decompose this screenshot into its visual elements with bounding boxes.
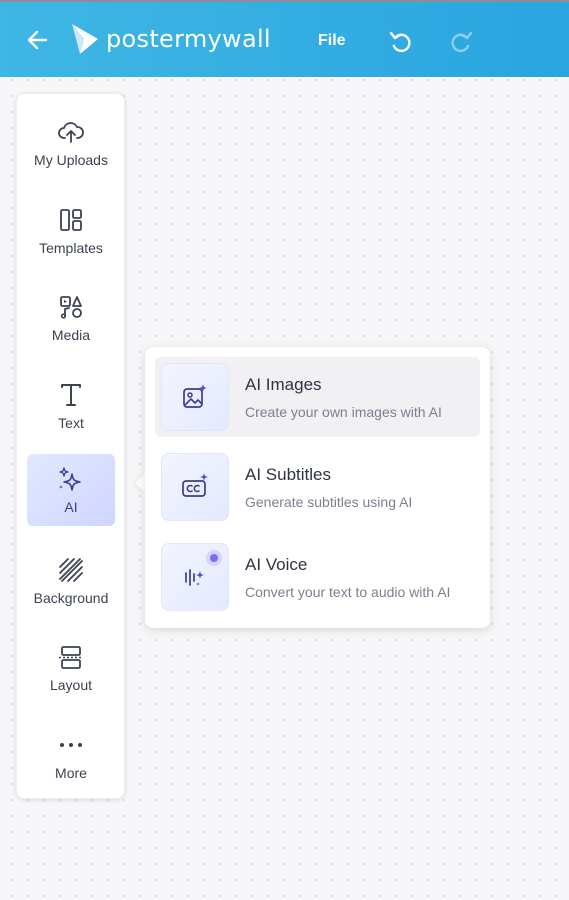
postermywall-logo-icon: [72, 24, 98, 54]
layout-icon: [59, 646, 83, 669]
sidebar-item-label: Background: [33, 590, 109, 606]
more-icon: [60, 743, 82, 747]
sidebar-item-label: Media: [51, 327, 91, 343]
menu-item-icon-box: [161, 543, 229, 611]
ai-sparkle-icon: [59, 467, 81, 491]
menu-item-description: Create your own images with AI: [245, 404, 442, 420]
menu-item-title: AI Subtitles: [245, 465, 331, 484]
sidebar-item-label: Layout: [49, 677, 93, 693]
ai-tools-popover: AI Images Create your own images with AI…: [145, 347, 490, 628]
menu-item-ai-images[interactable]: AI Images Create your own images with AI: [155, 357, 480, 437]
menu-item-description: Convert your text to audio with AI: [245, 584, 451, 600]
file-menu-button[interactable]: File: [318, 32, 346, 50]
logo[interactable]: postermywall: [70, 22, 271, 56]
undo-icon: [389, 31, 411, 53]
new-badge-dot-icon: [206, 550, 222, 566]
undo-button[interactable]: [388, 29, 414, 55]
sidebar-item-label: AI: [64, 499, 78, 515]
sidebar-item-label: My Uploads: [34, 152, 108, 168]
logo-text: postermywall: [106, 25, 271, 53]
redo-icon: [451, 31, 473, 53]
back-button[interactable]: [24, 26, 52, 54]
menu-item-title: AI Images: [245, 375, 322, 394]
menu-item-ai-subtitles[interactable]: AI Subtitles Generate subtitles using AI: [155, 447, 480, 527]
redo-button[interactable]: [448, 29, 474, 55]
sidebar-item-text[interactable]: Text: [27, 370, 115, 442]
sidebar-item-media[interactable]: Media: [27, 282, 115, 354]
cloud-upload-icon: [58, 122, 84, 143]
background-icon: [59, 558, 83, 582]
sidebar-item-label: Text: [58, 415, 84, 431]
sidebar-item-more[interactable]: More: [27, 720, 115, 792]
media-icon: [60, 296, 82, 319]
top-bar: postermywall File: [0, 0, 569, 77]
sidebar-item-label: More: [55, 765, 87, 781]
sidebar: My Uploads Templates Media Text AI Backg…: [16, 93, 125, 799]
menu-item-icon-box: [161, 453, 229, 521]
menu-item-ai-voice[interactable]: AI Voice Convert your text to audio with…: [155, 537, 480, 617]
ai-subtitles-icon: [182, 473, 208, 497]
sidebar-item-ai[interactable]: AI: [27, 454, 115, 526]
sidebar-item-layout[interactable]: Layout: [27, 632, 115, 704]
ai-image-icon: [183, 384, 207, 408]
templates-icon: [60, 209, 82, 231]
menu-item-icon-box: [161, 363, 229, 431]
text-icon: [61, 384, 81, 406]
arrow-left-icon: [27, 30, 48, 50]
sidebar-item-my-uploads[interactable]: My Uploads: [27, 107, 115, 179]
sidebar-item-templates[interactable]: Templates: [27, 195, 115, 267]
ai-voice-icon: [185, 569, 204, 586]
menu-item-title: AI Voice: [245, 555, 308, 574]
menu-item-description: Generate subtitles using AI: [245, 494, 413, 510]
sidebar-item-label: Templates: [39, 240, 103, 256]
sidebar-item-background[interactable]: Background: [27, 545, 115, 617]
